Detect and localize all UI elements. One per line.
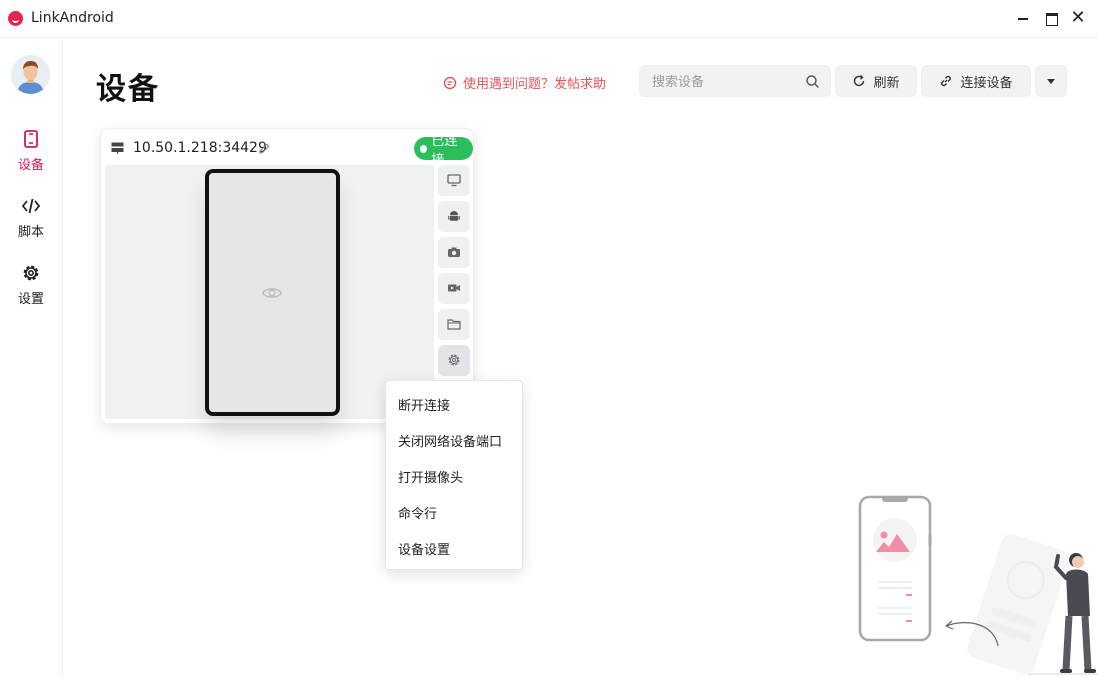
minimize-button[interactable] <box>1013 8 1033 28</box>
help-link-label: 使用遇到问题？发帖求助 <box>463 77 607 92</box>
refresh-label: 刷新 <box>873 75 900 91</box>
mirror-screen-button[interactable] <box>438 165 470 196</box>
app-title: LinkAndroid <box>31 10 114 26</box>
android-button[interactable] <box>438 201 470 232</box>
sidebar-item-label: 设置 <box>17 292 44 307</box>
screen-mirror-icon <box>447 174 461 187</box>
title-bar: LinkAndroid ✕ <box>0 0 1098 38</box>
sidebar-item-label: 脚本 <box>17 225 44 240</box>
page-title: 设备 <box>96 72 160 107</box>
help-link[interactable]: 使用遇到问题？发帖求助 <box>443 73 606 92</box>
sidebar-item-devices[interactable]: 设备 <box>0 129 62 181</box>
device-settings-button[interactable] <box>438 345 470 376</box>
avatar-icon <box>11 55 50 94</box>
link-icon <box>941 75 952 87</box>
context-menu: 断开连接 关闭网络设备端口 打开摄像头 命令行 设备设置 <box>385 380 523 570</box>
screenshot-button[interactable] <box>438 237 470 268</box>
server-icon <box>111 142 124 154</box>
status-dot <box>420 144 428 153</box>
record-icon <box>448 284 460 292</box>
refresh-icon <box>854 75 865 87</box>
phone-screen[interactable] <box>205 169 340 416</box>
menu-item-open-camera[interactable]: 打开摄像头 <box>398 467 463 487</box>
gear-icon <box>448 354 460 366</box>
caret-down-icon <box>1047 79 1055 84</box>
status-badge: 已连接 <box>414 134 473 168</box>
file-manager-button[interactable] <box>438 309 470 340</box>
sidebar-item-settings[interactable]: 设置 <box>0 263 62 315</box>
maximize-button[interactable] <box>1041 8 1061 28</box>
search-input[interactable] <box>652 72 802 92</box>
more-options-button[interactable] <box>1035 65 1067 97</box>
record-button[interactable] <box>438 273 470 304</box>
sidebar-item-scripts[interactable]: 脚本 <box>0 196 62 248</box>
eye-icon <box>261 288 283 298</box>
close-button[interactable]: ✕ <box>1068 8 1088 28</box>
main-content: 设备 使用遇到问题？发帖求助 刷新 连接设备 <box>63 39 1098 678</box>
menu-item-command-line[interactable]: 命令行 <box>398 503 437 523</box>
sidebar-item-label: 设备 <box>17 158 44 173</box>
menu-item-close-network-port[interactable]: 关闭网络设备端口 <box>398 431 502 451</box>
code-icon <box>21 198 41 214</box>
connect-device-label: 连接设备 <box>960 75 1013 91</box>
refresh-button[interactable]: 刷新 <box>835 65 917 97</box>
android-icon <box>448 211 460 221</box>
camera-icon <box>448 247 460 257</box>
status-label: 已连接 <box>431 133 458 168</box>
phone-icon <box>24 130 38 148</box>
chat-icon <box>443 76 457 89</box>
menu-item-device-settings[interactable]: 设备设置 <box>398 539 450 559</box>
search-box <box>639 65 831 97</box>
empty-state-illustration <box>858 495 1098 675</box>
avatar[interactable] <box>11 55 50 94</box>
device-address: 10.50.1.218:34429 <box>133 140 267 156</box>
sidebar: 设备 脚本 设置 <box>0 39 63 678</box>
edit-icon[interactable] <box>258 142 271 155</box>
menu-item-disconnect[interactable]: 断开连接 <box>398 395 450 415</box>
app-logo-icon <box>8 11 23 26</box>
connect-device-button[interactable]: 连接设备 <box>921 65 1031 97</box>
search-icon[interactable] <box>805 74 820 89</box>
folder-icon <box>447 319 461 330</box>
gear-icon <box>23 265 39 281</box>
